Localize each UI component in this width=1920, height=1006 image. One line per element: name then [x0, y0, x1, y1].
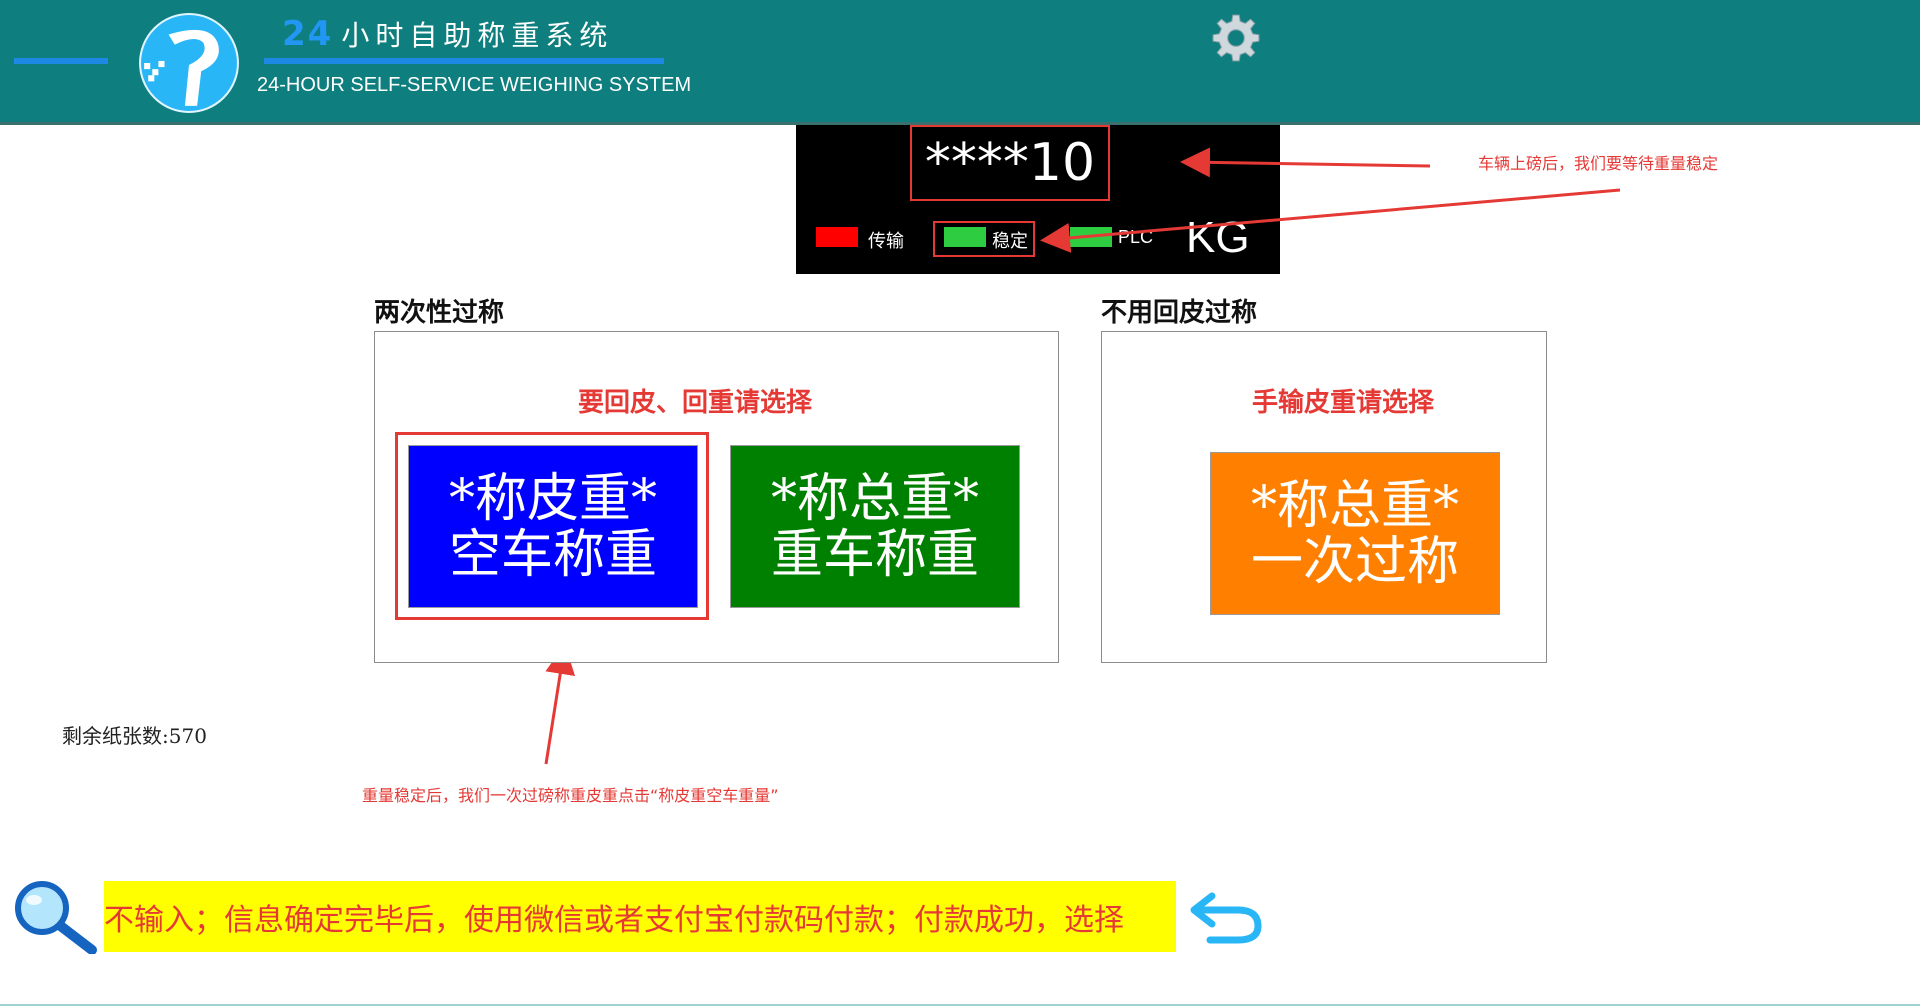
annotation-bottom: 重量稳定后，我们一次过磅称重皮重点击“称皮重空车重量”: [362, 786, 779, 805]
search-icon[interactable]: [12, 880, 98, 954]
transmit-indicator: [816, 227, 858, 247]
gross-button-line1: *称总重*: [770, 468, 979, 529]
tare-button-line2: 空车称重: [448, 524, 657, 585]
gear-icon[interactable]: [1210, 12, 1262, 64]
plc-label: PLC: [1118, 227, 1154, 247]
stable-indicator: [944, 227, 986, 247]
app-title-en: 24-HOUR SELF-SERVICE WEIGHING SYSTEM: [257, 74, 692, 96]
logo-icon: [139, 13, 239, 113]
weight-display: ****10 传输 稳定 PLC KG: [796, 125, 1280, 274]
tare-weigh-button[interactable]: *称皮重* 空车称重: [408, 445, 698, 608]
weight-value-box: ****10: [910, 125, 1110, 201]
single-pass-title: 不用回皮过称: [1101, 298, 1258, 328]
gross-weigh-button[interactable]: *称总重* 重车称重: [730, 445, 1020, 608]
annotation-top: 车辆上磅后，我们要等待重量稳定: [1478, 154, 1719, 173]
info-marquee: 不输入；信息确定完毕后，使用微信或者支付宝付款码付款；付款成功，选择: [104, 881, 1176, 952]
single-button-line2: 一次过称: [1250, 531, 1459, 592]
plc-indicator: [1070, 227, 1112, 247]
paper-label: 剩余纸张数:: [62, 724, 169, 748]
header-accent-bar-left: [14, 58, 108, 64]
single-pass-prompt: 手输皮重请选择: [1252, 388, 1435, 418]
app-title-cn: 24 小时自助称重系统: [282, 14, 614, 54]
paper-remaining: 剩余纸张数:570: [62, 720, 207, 749]
gross-button-line2: 重车称重: [770, 524, 979, 585]
two-pass-title: 两次性过称: [374, 298, 505, 328]
app-header: 24 小时自助称重系统 24-HOUR SELF-SERVICE WEIGHING…: [0, 0, 1920, 124]
transmit-label: 传输: [868, 231, 904, 252]
tare-button-line1: *称皮重*: [448, 468, 657, 529]
single-pass-weigh-button[interactable]: *称总重* 一次过称: [1210, 452, 1500, 615]
weight-unit: KG: [1186, 213, 1250, 262]
marquee-text: 不输入；信息确定完毕后，使用微信或者支付宝付款码付款；付款成功，选择: [104, 903, 1124, 938]
back-arrow-icon[interactable]: [1188, 886, 1264, 946]
stable-label: 稳定: [992, 231, 1028, 252]
arrow-to-tare-button: [544, 644, 576, 765]
paper-count-value: 570: [168, 724, 207, 748]
header-accent-bar-right: [264, 58, 664, 64]
two-pass-prompt: 要回皮、回重请选择: [578, 388, 813, 418]
weight-value: ****10: [924, 133, 1096, 193]
single-button-line1: *称总重*: [1250, 475, 1459, 536]
